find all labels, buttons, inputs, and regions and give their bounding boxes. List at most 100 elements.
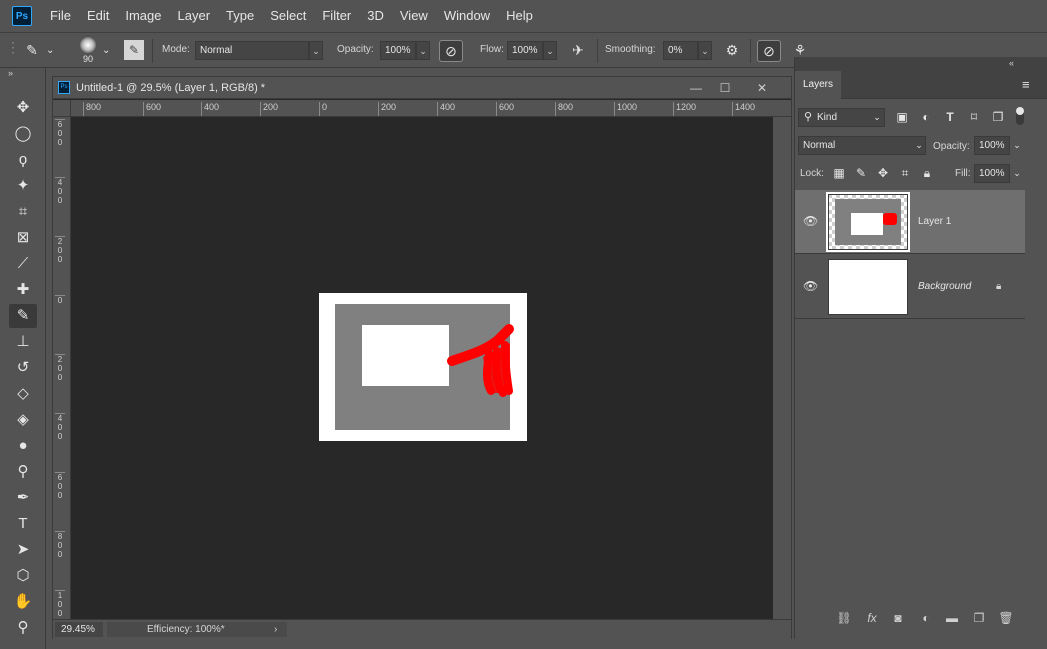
magic-wand-tool-icon[interactable]: ✦ [9,174,37,198]
pen-tool-icon[interactable]: ✒ [9,486,37,510]
blend-mode-select[interactable]: Normal [798,136,926,155]
hand-tool-icon[interactable]: ✋ [9,590,37,614]
menu-help[interactable]: Help [498,0,541,32]
blur-tool-icon[interactable]: ● [9,434,37,458]
collapse-toolbar-icon[interactable]: » [8,68,13,78]
menu-window[interactable]: Window [436,0,498,32]
chevron-down-icon[interactable]: ⌄ [911,137,927,153]
path-selection-tool-icon[interactable]: ➤ [9,538,37,562]
trash-icon[interactable]: 🗑︎ [997,611,1015,625]
layer-row-layer-1[interactable]: 👁︎ Layer 1 [795,190,1025,254]
ruler-corner[interactable] [53,100,71,117]
chevron-down-icon[interactable]: ⌄ [543,41,557,60]
airbrush-icon[interactable]: ✈ [566,40,590,60]
clone-stamp-tool-icon[interactable]: ⊥ [9,330,37,354]
group-folder-icon[interactable]: ▬ [943,611,961,625]
menu-type[interactable]: Type [218,0,262,32]
vertical-ruler[interactable]: 600 400 200 0 200 400 600 800 1000 [53,117,71,619]
chevron-down-icon[interactable]: ⌄ [869,109,885,125]
opacity-label: Opacity: [337,44,374,55]
chevron-down-icon[interactable]: ⌄ [698,41,712,60]
menu-filter[interactable]: Filter [314,0,359,32]
ruler-tick-label: 400 [201,102,219,116]
eraser-tool-icon[interactable]: ◇ [9,382,37,406]
lock-all-icon[interactable]: 🔒︎ [919,165,935,181]
chevron-right-icon[interactable]: › [274,622,277,637]
layer-row-background[interactable]: 👁︎ Background 🔒︎ [795,255,1025,319]
fill-input[interactable]: 100% [974,164,1010,183]
close-icon[interactable]: ✕ [751,79,773,97]
visibility-eye-icon[interactable]: 👁︎ [803,279,818,293]
tab-layers[interactable]: Layers [795,71,841,99]
chevron-down-icon[interactable]: ⌄ [46,41,54,61]
history-brush-tool-icon[interactable]: ↺ [9,356,37,380]
filter-shape-icon[interactable]: ⌑ [966,109,982,125]
layer-opacity-input[interactable]: 100% [974,136,1010,155]
horizontal-ruler[interactable]: 800 600 400 200 0 200 400 600 800 1000 1200 1400 [71,100,791,117]
menu-layer[interactable]: Layer [170,0,219,32]
pressure-opacity-icon[interactable]: ⊘ [439,40,463,62]
chevron-down-icon[interactable]: ⌄ [416,41,430,60]
zoom-tool-icon[interactable]: ⚲ [9,616,37,640]
healing-brush-tool-icon[interactable]: ✚ [9,278,37,302]
crop-tool-icon[interactable]: ⌗ [9,200,37,224]
brush-settings-panel-icon[interactable]: ✎ [124,40,144,60]
add-mask-icon[interactable]: ◙ [889,611,907,625]
mode-select[interactable]: Normal [195,41,309,60]
chevron-down-icon[interactable]: ⌄ [102,41,110,61]
filter-smart-object-icon[interactable]: ❐ [990,109,1006,125]
menu-view[interactable]: View [392,0,436,32]
filter-adjustment-icon[interactable]: ◐ [918,109,934,125]
brush-tip-preview[interactable] [80,37,96,53]
chevron-down-icon[interactable]: ⌄ [309,41,323,60]
status-bar: 29.45% Efficiency: 100%* › [53,619,791,639]
filter-type-icon[interactable]: T [942,109,958,125]
lasso-tool-icon[interactable]: ϙ [9,148,37,172]
smoothing-input[interactable]: 0% [663,41,698,60]
document-tab[interactable]: Ps Untitled-1 @ 29.5% (Layer 1, RGB/8) *… [53,77,791,99]
lock-artboard-icon[interactable]: ⌗ [897,165,913,181]
menu-file[interactable]: File [42,0,79,32]
fx-icon[interactable]: fx [863,611,881,625]
pressure-size-icon[interactable]: ⊘ [757,40,781,62]
link-layers-icon[interactable]: ⛓ [835,611,853,625]
menu-edit[interactable]: Edit [79,0,117,32]
filter-toggle[interactable] [1016,107,1024,125]
new-layer-icon[interactable]: ❐ [970,611,988,625]
panel-menu-icon[interactable]: ≡ [1022,77,1030,92]
paint-bucket-tool-icon[interactable]: ◈ [9,408,37,432]
canvas[interactable] [319,293,527,441]
opacity-input[interactable]: 100% [380,41,416,60]
lock-image-pixels-icon[interactable]: ✎ [853,165,869,181]
collapse-panels-icon[interactable]: « [1009,58,1014,68]
frame-tool-icon[interactable]: ⊠ [9,226,37,250]
minimize-icon[interactable]: — [685,79,707,97]
adjustment-layer-icon[interactable]: ◐ [917,611,935,625]
filter-pixel-icon[interactable]: ▣ [894,109,910,125]
move-tool-icon[interactable]: ✥ [9,96,37,120]
menu-3d[interactable]: 3D [359,0,392,32]
maximize-icon[interactable]: ☐ [714,79,736,97]
visibility-eye-icon[interactable]: 👁︎ [803,214,818,228]
brush-preset-icon[interactable]: ✎ [20,40,44,60]
lock-position-icon[interactable]: ✥ [875,165,891,181]
lock-label: Lock: [800,168,824,179]
marquee-tool-icon[interactable]: ◯ [9,122,37,146]
dodge-tool-icon[interactable]: ⚲ [9,460,37,484]
chevron-down-icon[interactable]: ⌄ [1009,165,1025,181]
brush-tool-icon[interactable]: ✎ [9,304,37,328]
panel-top-strip: « [795,57,1047,71]
vertical-scrollbar[interactable] [773,117,791,619]
gear-icon[interactable]: ⚙ [722,40,742,60]
flow-input[interactable]: 100% [507,41,543,60]
chevron-down-icon[interactable]: ⌄ [1009,137,1025,153]
menu-image[interactable]: Image [117,0,169,32]
eyedropper-tool-icon[interactable]: ⟋ [9,252,37,276]
flow-label: Flow: [480,44,504,55]
zoom-level-field[interactable]: 29.45% [55,622,103,637]
menu-select[interactable]: Select [262,0,314,32]
type-tool-icon[interactable]: T [9,512,37,536]
lock-transparent-pixels-icon[interactable]: ▦ [831,165,847,181]
efficiency-status[interactable]: Efficiency: 100%* [107,622,287,637]
shape-tool-icon[interactable]: ⬡ [9,564,37,588]
